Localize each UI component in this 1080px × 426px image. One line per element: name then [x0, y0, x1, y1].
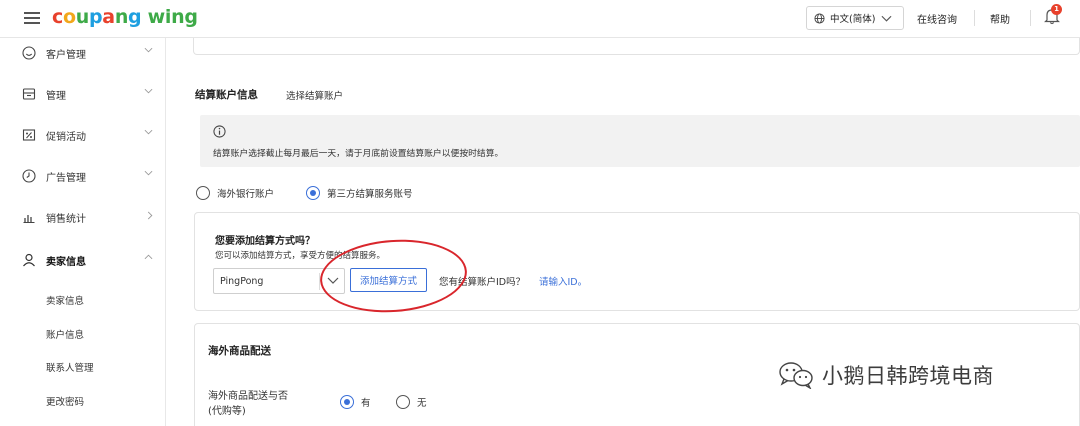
radio-circle[interactable]	[196, 186, 210, 200]
settlement-section-subtitle: 选择结算账户	[286, 91, 344, 102]
sidebar-item-label: 促销活动	[46, 131, 86, 143]
info-icon	[213, 125, 226, 138]
promo-icon	[22, 128, 36, 142]
radio-shipping-no[interactable]: 无	[396, 395, 427, 409]
sidebar-sub-change-password[interactable]: 更改密码	[46, 394, 84, 408]
notice-text: 结算账户选择截止每月最后一天，请于月底前设置结算账户以便按时结算。	[213, 149, 504, 159]
label-line: (代购等)	[208, 406, 246, 417]
clock-icon	[22, 169, 36, 183]
language-select[interactable]: 中文(简体)	[806, 6, 904, 30]
chevron-up-icon	[144, 254, 153, 260]
sidebar-item-promotion[interactable]: 促销活动	[0, 120, 165, 150]
chevron-down-icon	[144, 88, 153, 94]
settlement-notice: 结算账户选择截止每月最后一天，请于月底前设置结算账户以便按时结算。	[200, 115, 1080, 167]
bar-chart-icon	[22, 210, 36, 224]
radio-circle-selected[interactable]	[340, 395, 354, 409]
radio-label: 第三方结算服务账号	[327, 189, 413, 200]
payment-method-question: 您要添加结算方式吗？	[215, 236, 315, 247]
overseas-shipping-title: 海外商品配送	[208, 345, 271, 357]
sidebar-item-sales-stats[interactable]: 销售统计	[0, 202, 165, 232]
sidebar-item-seller-info[interactable]: 卖家信息	[0, 245, 165, 275]
label-line: 海外商品配送与否	[208, 391, 288, 402]
help-link[interactable]: 帮助	[990, 11, 1010, 26]
notification-badge: 1	[1051, 4, 1062, 15]
store-icon	[22, 87, 36, 101]
globe-icon	[814, 12, 825, 24]
coupang-wing-logo[interactable]: coupang wing	[52, 6, 198, 28]
chevron-down-icon	[881, 15, 892, 22]
sidebar-sub-account-info[interactable]: 账户信息	[46, 327, 84, 341]
user-icon	[22, 253, 36, 267]
radio-circle-selected[interactable]	[306, 186, 320, 200]
sidebar-item-label: 管理	[46, 90, 66, 102]
sidebar-item-label: 销售统计	[46, 213, 86, 225]
enter-id-link[interactable]: 请输入ID。	[539, 274, 587, 288]
sidebar-nav: 客户管理 管理 促销活动 广告管理 销售统计 卖家信息 卖家信息 账户信息 联系…	[0, 38, 166, 426]
sidebar-item-label: 广告管理	[46, 172, 86, 184]
menu-icon[interactable]	[24, 12, 40, 24]
watermark: 小鹅日韩跨境电商	[778, 360, 994, 390]
radio-circle[interactable]	[396, 395, 410, 409]
previous-section-card	[193, 38, 1080, 55]
payment-method-card	[194, 212, 1080, 311]
sidebar-item-label: 卖家信息	[46, 256, 86, 268]
sidebar-sub-contact-manage[interactable]: 联系人管理	[46, 360, 94, 374]
language-label: 中文(简体)	[830, 14, 876, 25]
radio-label: 有	[361, 398, 371, 409]
chevron-down-icon	[144, 129, 153, 135]
chevron-down-icon	[144, 47, 153, 53]
top-header: coupang wing 中文(简体) 在线咨询 帮助 1	[0, 0, 1080, 38]
sidebar-item-customer[interactable]: 客户管理	[0, 38, 165, 68]
header-divider	[974, 10, 975, 26]
watermark-text: 小鹅日韩跨境电商	[822, 364, 994, 388]
radio-overseas-bank[interactable]: 海外银行账户	[196, 186, 274, 200]
chevron-right-icon	[147, 211, 153, 220]
radio-shipping-yes[interactable]: 有	[340, 395, 371, 409]
overseas-shipping-label: 海外商品配送与否 (代购等)	[208, 389, 288, 419]
chevron-down-icon	[144, 170, 153, 176]
smile-icon	[22, 46, 36, 60]
sidebar-sub-seller-info[interactable]: 卖家信息	[46, 293, 84, 307]
radio-third-party[interactable]: 第三方结算服务账号	[306, 186, 413, 200]
header-divider	[1030, 10, 1031, 26]
sidebar-item-ads[interactable]: 广告管理	[0, 161, 165, 191]
radio-label: 无	[417, 398, 427, 409]
wechat-icon	[779, 362, 813, 389]
sidebar-item-manage[interactable]: 管理	[0, 79, 165, 109]
sidebar-item-label: 客户管理	[46, 49, 86, 61]
radio-label: 海外银行账户	[217, 189, 275, 200]
online-consult-link[interactable]: 在线咨询	[917, 11, 957, 26]
select-value: PingPong	[220, 275, 264, 287]
settlement-section-title: 结算账户信息	[195, 89, 258, 101]
